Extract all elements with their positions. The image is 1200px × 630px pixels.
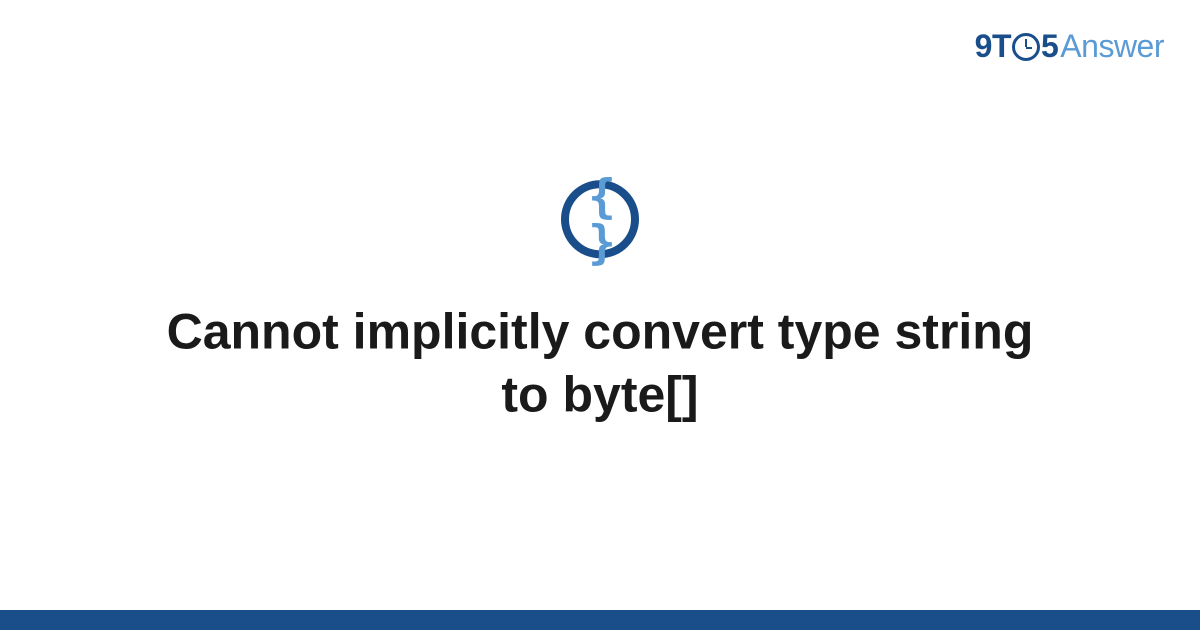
page-title: Cannot implicitly convert type string to… (150, 300, 1050, 425)
code-braces-icon: { } (561, 180, 639, 258)
braces-glyph: { } (569, 173, 631, 265)
logo-part-t: T (992, 28, 1011, 65)
main-content: { } Cannot implicitly convert type strin… (0, 180, 1200, 425)
logo-part-answer: Answer (1060, 28, 1164, 65)
clock-icon (1012, 33, 1040, 61)
logo-part-nine: 9 (975, 28, 992, 65)
logo-part-five: 5 (1041, 28, 1058, 65)
site-logo: 9 T 5 Answer (975, 28, 1164, 65)
footer-bar (0, 610, 1200, 630)
